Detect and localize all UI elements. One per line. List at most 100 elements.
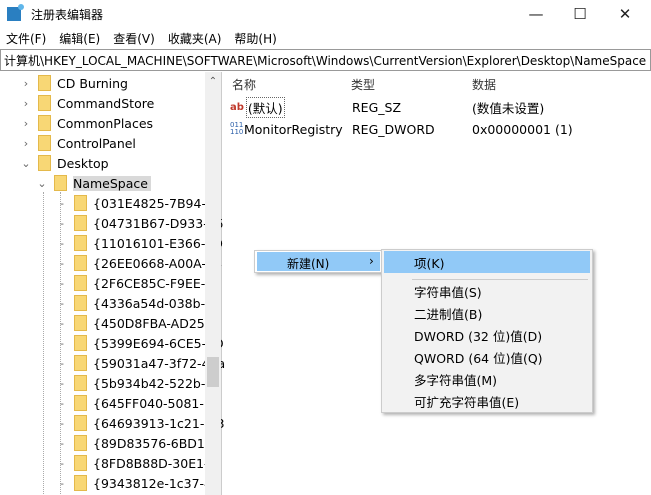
tree-node[interactable]: - {031E4825-7B94-4c	[56, 193, 221, 213]
chevron-right-icon[interactable]: ›	[20, 77, 32, 90]
folder-icon	[74, 355, 87, 371]
menu-item-new[interactable]: 新建(N) ›	[257, 252, 380, 271]
tree-node[interactable]: - {8FD8B88D-30E1-4I	[56, 453, 220, 473]
value-name: (默认)	[245, 96, 285, 118]
string-value-icon: ab	[230, 101, 244, 113]
chevron-right-icon[interactable]: ›	[20, 137, 32, 150]
tree-connector: -	[60, 436, 64, 450]
chevron-right-icon[interactable]: ›	[20, 97, 32, 110]
value-name: MonitorRegistry	[244, 121, 343, 137]
tree-node[interactable]: › CommonPlaces	[20, 113, 153, 133]
tree-connector: -	[60, 256, 64, 270]
address-bar[interactable]: 计算机\HKEY_LOCAL_MACHINE\SOFTWARE\Microsof…	[0, 49, 651, 71]
folder-icon	[74, 315, 87, 331]
close-button[interactable]: ✕	[602, 0, 648, 28]
tree-node[interactable]: - {64693913-1c21-4f3	[56, 413, 225, 433]
scrollbar-thumb[interactable]	[207, 357, 219, 387]
value-data: 0x00000001 (1)	[472, 121, 573, 137]
tree-node-label: {645FF040-5081-10	[93, 395, 220, 411]
tree-node-label: {2F6CE85C-F9EE-43	[93, 275, 222, 291]
tree-node[interactable]: ⌄ NameSpace	[36, 173, 151, 193]
tree-node-label: {031E4825-7B94-4c	[93, 195, 221, 211]
chevron-down-icon[interactable]: ⌄	[20, 157, 32, 170]
tree-node-label: {89D83576-6BD1-4	[93, 435, 218, 451]
menu-help[interactable]: 帮助(H)	[228, 30, 283, 47]
tree-connector: -	[60, 336, 64, 350]
tree-connector: -	[60, 276, 64, 290]
folder-icon	[38, 75, 51, 91]
folder-icon	[74, 375, 87, 391]
column-header-type[interactable]: 类型	[351, 76, 375, 93]
folder-icon	[38, 135, 51, 151]
value-row[interactable]: 011 110 MonitorRegistry	[230, 119, 343, 139]
tree-node[interactable]: - {5b934b42-522b-4c	[56, 373, 220, 393]
tree-node[interactable]: - {89D83576-6BD1-4	[56, 433, 217, 453]
context-menu: 新建(N) ›	[254, 250, 382, 273]
folder-icon	[74, 215, 87, 231]
value-row[interactable]: ab (默认)	[230, 96, 285, 118]
tree-node[interactable]: - {645FF040-5081-10	[56, 393, 220, 413]
tree-connector: -	[60, 316, 64, 330]
scroll-up-icon[interactable]: ⌃	[205, 76, 221, 90]
tree-node-label: {5b934b42-522b-4c	[93, 375, 221, 391]
tree-node[interactable]: › ControlPanel	[20, 133, 136, 153]
tree-node-label: ControlPanel	[57, 135, 136, 151]
folder-icon	[74, 455, 87, 471]
tree-node-label: CD Burning	[57, 75, 128, 91]
column-header-data[interactable]: 数据	[472, 76, 496, 93]
tree-connector: -	[60, 216, 64, 230]
submenu-item-key[interactable]: 项(K)	[384, 251, 590, 273]
tree-node[interactable]: - {450D8FBA-AD25-1	[56, 313, 217, 333]
folder-icon	[74, 195, 87, 211]
menu-item-new-label: 新建(N)	[287, 257, 330, 271]
tree-node[interactable]: › CD Burning	[20, 73, 128, 93]
menu-file[interactable]: 文件(F)	[0, 30, 53, 47]
folder-icon	[74, 255, 87, 271]
tree-node[interactable]: - {4336a54d-038b-46	[56, 293, 221, 313]
tree-connector: -	[60, 416, 64, 430]
tree-node[interactable]: ⌄ Desktop	[20, 153, 109, 173]
tree-scrollbar[interactable]	[205, 72, 221, 495]
window-title: 注册表编辑器	[31, 7, 104, 22]
minimize-button[interactable]: —	[513, 0, 559, 28]
chevron-down-icon[interactable]: ⌄	[36, 177, 48, 190]
tree-node-label: Desktop	[57, 155, 109, 171]
tree-node-label: {450D8FBA-AD25-1	[93, 315, 218, 331]
tree-connector: -	[60, 396, 64, 410]
tree-node[interactable]: - {04731B67-D933-45	[56, 213, 224, 233]
submenu-item-dword[interactable]: DWORD (32 位)值(D)	[384, 324, 590, 346]
value-type: REG_DWORD	[352, 121, 435, 137]
tree-node[interactable]: › CommandStore	[20, 93, 154, 113]
tree-node-label: CommonPlaces	[57, 115, 154, 131]
tree-node[interactable]: - {26EE0668-A00A-44	[56, 253, 222, 273]
folder-icon	[74, 335, 87, 351]
submenu-item-expandable-string[interactable]: 可扩充字符串值(E)	[384, 390, 590, 412]
tree-node[interactable]: - {11016101-E366-4D	[56, 233, 223, 253]
chevron-right-icon[interactable]: ›	[20, 117, 32, 130]
tree-connector: -	[60, 456, 64, 470]
new-submenu: 项(K) 字符串值(S) 二进制值(B) DWORD (32 位)值(D) QW…	[381, 249, 593, 413]
tree-node[interactable]: - {9343812e-1c37-4a	[56, 473, 220, 493]
menu-edit[interactable]: 编辑(E)	[53, 30, 107, 47]
value-type: REG_SZ	[352, 99, 402, 115]
binary-value-icon: 011 110	[230, 121, 244, 136]
folder-icon	[74, 395, 87, 411]
folder-icon	[74, 415, 87, 431]
tree-node[interactable]: - {59031a47-3f72-44a	[56, 353, 225, 373]
maximize-button[interactable]: ☐	[557, 0, 603, 28]
tree-node-label: {26EE0668-A00A-44	[93, 255, 222, 271]
tree-node-label: {8FD8B88D-30E1-4I	[93, 455, 221, 471]
submenu-item-multi-string[interactable]: 多字符串值(M)	[384, 368, 590, 390]
menu-view[interactable]: 查看(V)	[107, 30, 162, 47]
menu-favorites[interactable]: 收藏夹(A)	[162, 30, 229, 47]
submenu-item-binary[interactable]: 二进制值(B)	[384, 302, 590, 324]
folder-icon	[74, 235, 87, 251]
tree-node[interactable]: - {5399E694-6CE5-4D	[56, 333, 224, 353]
submenu-item-qword[interactable]: QWORD (64 位)值(Q)	[384, 346, 590, 368]
column-header-name[interactable]: 名称	[232, 76, 256, 93]
folder-icon	[54, 175, 67, 191]
submenu-item-string[interactable]: 字符串值(S)	[384, 280, 590, 302]
tree-node[interactable]: - {2F6CE85C-F9EE-43	[56, 273, 221, 293]
tree-connector: -	[60, 236, 64, 250]
folder-icon	[74, 295, 87, 311]
